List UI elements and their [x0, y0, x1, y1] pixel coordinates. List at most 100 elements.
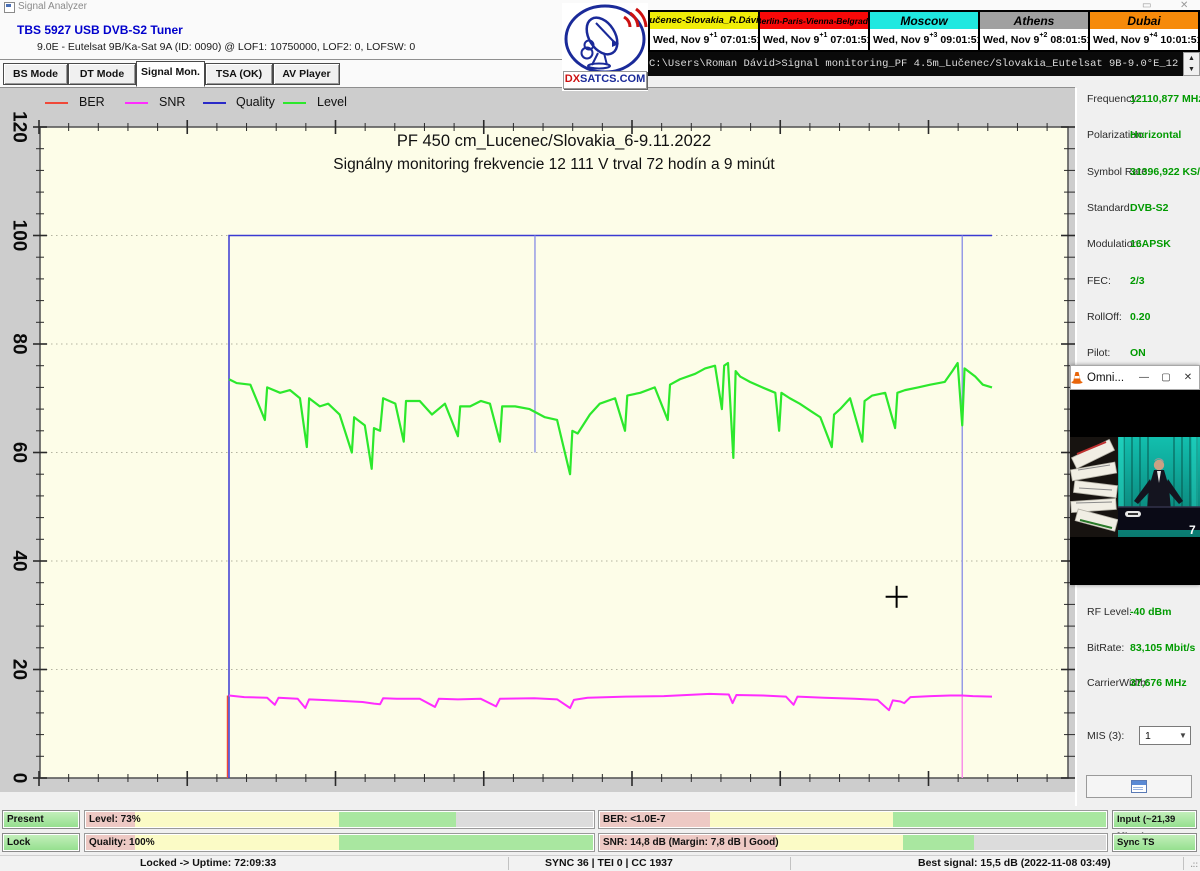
- tuner-name: TBS 5927 USB DVB-S2 Tuner: [17, 23, 183, 37]
- info-label-fec: FEC:: [1087, 275, 1111, 287]
- clock-utc-offset: +4: [1149, 32, 1157, 39]
- console-scrollbar[interactable]: ▲ ▼: [1183, 52, 1200, 76]
- tab-bs-mode[interactable]: BS Mode: [3, 63, 68, 85]
- tab-dt-mode[interactable]: DT Mode: [68, 63, 136, 85]
- satellite-dish-icon: [562, 3, 648, 73]
- clock-date: Wed, Nov 9: [873, 34, 929, 46]
- clock-time: 09:01:51: [940, 34, 982, 46]
- clock-time: 07:01:51: [720, 34, 762, 46]
- progress-bar-quality: Quality: 100%: [84, 833, 595, 852]
- badge-lock: Lock: [2, 833, 80, 852]
- info-value-frequency: 12110,877 MHz: [1130, 93, 1200, 105]
- svg-text:120: 120: [9, 111, 30, 143]
- vlc-maximize-button[interactable]: ▢: [1155, 372, 1177, 383]
- scroll-up-icon[interactable]: ▲: [1184, 53, 1199, 64]
- clock-utc-offset: +2: [1039, 32, 1047, 39]
- tab-tsa-ok-[interactable]: TSA (OK): [205, 63, 273, 85]
- bar-label: SNR: 14,8 dB (Margin: 7,8 dB | Good): [603, 834, 779, 851]
- clock-moscow: MoscowWed, Nov 9+309:01:51: [870, 12, 980, 50]
- clock-berlin-paris-vienna-belgrade: Berlin-Paris-Vienna-Belgrade Wed, Nov 9+1…: [760, 12, 870, 50]
- statusbar: Locked -> Uptime: 72:09:33 SYNC 36 | TEI…: [0, 855, 1200, 871]
- clock-athens: AthensWed, Nov 9+208:01:51: [980, 12, 1090, 50]
- info-value-rolloff: 0.20: [1130, 311, 1150, 323]
- svg-text:80: 80: [9, 333, 30, 354]
- vlc-minimize-button[interactable]: —: [1133, 372, 1155, 383]
- panel-button[interactable]: [1086, 775, 1192, 798]
- clock-time-row: Wed, Nov 9+107:01:51: [650, 29, 758, 50]
- signal-analyzer-window: Signal Analyzer ▭ ✕ TBS 5927 USB DVB-S2 …: [0, 0, 1200, 870]
- info-value-pilot: ON: [1130, 347, 1146, 359]
- progress-bar-ber: BER: <1.0E-7: [598, 810, 1108, 829]
- info-label-pilot: Pilot:: [1087, 347, 1110, 359]
- bar-label: BER: <1.0E-7: [603, 811, 666, 828]
- svg-text:40: 40: [9, 550, 30, 571]
- clock-time-row: Wed, Nov 9+208:01:51: [980, 29, 1088, 50]
- info-value-bitrate: 83,105 Mbit/s: [1130, 642, 1195, 654]
- vlc-video-area[interactable]: 7: [1070, 390, 1200, 585]
- info-value-rflevel: -40 dBm: [1130, 606, 1171, 618]
- info-label-bitrate: BitRate:: [1087, 642, 1124, 654]
- channel-logo: 7: [1189, 523, 1196, 537]
- chart-subtitle: Signálny monitoring frekvencie 12 111 V …: [333, 156, 775, 173]
- clock-time: 07:01:51: [830, 34, 872, 46]
- vlc-title: Omni...: [1087, 372, 1133, 384]
- dxsatcs-logo: DXSATCS.COM: [562, 3, 648, 91]
- mis-dropdown[interactable]: 1 ▼: [1139, 726, 1191, 745]
- tab-av-player[interactable]: AV Player: [273, 63, 340, 85]
- clock-utc-offset: +1: [819, 32, 827, 39]
- clock-city-label: Dubai: [1090, 12, 1198, 29]
- chevron-down-icon: ▼: [1176, 731, 1190, 740]
- bar-label: Level: 73%: [89, 811, 141, 828]
- clock-time: 08:01:51: [1050, 34, 1092, 46]
- clock-lu-enec-slovakia-r-d-vid: Lučenec-Slovakia_R.DávidWed, Nov 9+107:0…: [650, 12, 760, 50]
- tab-row: BS ModeDT ModeSignal Mon.TSA (OK)AV Play…: [0, 60, 646, 87]
- scroll-down-icon[interactable]: ▼: [1184, 64, 1199, 75]
- divider: [790, 857, 791, 870]
- badge-sync-ts: Sync TS: [1112, 833, 1197, 852]
- progress-bar-snr: SNR: 14,8 dB (Margin: 7,8 dB | Good): [598, 833, 1108, 852]
- clock-utc-offset: +1: [709, 32, 717, 39]
- console-window[interactable]: C:\Users\Roman Dávid>Signal monitoring_P…: [645, 52, 1183, 76]
- vlc-player-window: Omni... — ▢ ✕: [1070, 365, 1200, 585]
- svg-text:100: 100: [9, 220, 30, 252]
- info-value-fec: 2/3: [1130, 275, 1145, 287]
- dxsatcs-caption: DXSATCS.COM: [563, 71, 647, 89]
- info-value-symbolrate: 31396,922 KS/s: [1130, 166, 1200, 178]
- badge-present: Present: [2, 810, 80, 829]
- info-value-carrierwidth: 37,676 MHz: [1130, 677, 1187, 689]
- tab-signal-mon-[interactable]: Signal Mon.: [136, 61, 205, 87]
- signal-chart-widget: BERSNRQualityLevel 020406080100120PF 450…: [0, 88, 1075, 792]
- svg-text:20: 20: [9, 659, 30, 680]
- divider: [508, 857, 509, 870]
- clock-time-row: Wed, Nov 9+309:01:51: [870, 29, 978, 50]
- info-label-rflevel: RF Level:: [1087, 606, 1132, 618]
- info-label-rolloff: RollOff:: [1087, 311, 1122, 323]
- clock-date: Wed, Nov 9: [763, 34, 819, 46]
- window-list-icon: [1131, 780, 1147, 793]
- bar-label: Quality: 100%: [89, 834, 155, 851]
- vlc-close-button[interactable]: ✕: [1177, 372, 1199, 383]
- info-value-standard: DVB-S2: [1130, 202, 1169, 214]
- clock-time: 10:01:51: [1160, 34, 1200, 46]
- vlc-cone-icon: [1071, 371, 1083, 384]
- divider: [1183, 857, 1184, 870]
- app-icon: [4, 2, 15, 13]
- clock-date: Wed, Nov 9: [1093, 34, 1149, 46]
- info-label-standard: Standard:: [1087, 202, 1133, 214]
- sync-status: SYNC 36 | TEI 0 | CC 1937: [545, 857, 673, 869]
- vlc-titlebar: Omni... — ▢ ✕: [1070, 365, 1200, 390]
- window-title: Signal Analyzer: [18, 1, 87, 12]
- clock-date: Wed, Nov 9: [653, 34, 709, 46]
- clock-city-label: Berlin-Paris-Vienna-Belgrade: [760, 12, 868, 29]
- tuner-header: TBS 5927 USB DVB-S2 Tuner 9.0E - Eutelsa…: [0, 14, 648, 59]
- mis-label: MIS (3):: [1087, 730, 1124, 742]
- clock-city-label: Athens: [980, 12, 1088, 29]
- svg-text:0: 0: [9, 773, 30, 784]
- clock-date: Wed, Nov 9: [983, 34, 1039, 46]
- clock-utc-offset: +3: [929, 32, 937, 39]
- world-clock-panel: Lučenec-Slovakia_R.DávidWed, Nov 9+107:0…: [648, 10, 1200, 52]
- chart-title: PF 450 cm_Lucenec/Slovakia_6-9.11.2022: [397, 132, 711, 150]
- resize-grip[interactable]: .::: [1190, 860, 1198, 869]
- clock-city-label: Lučenec-Slovakia_R.Dávid: [650, 12, 758, 29]
- clock-dubai: Dubai Wed, Nov 9+410:01:51: [1090, 12, 1198, 50]
